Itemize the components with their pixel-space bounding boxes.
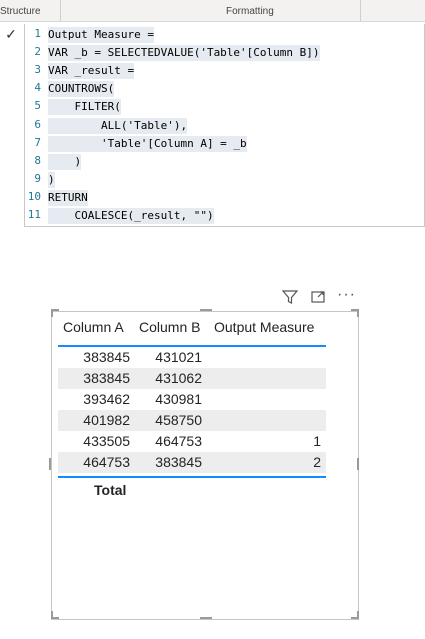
code-line[interactable]: ) bbox=[48, 171, 55, 188]
code-line[interactable]: ALL('Table'), bbox=[48, 117, 188, 134]
resize-handle-top-right[interactable] bbox=[357, 309, 359, 317]
line-number: 11 bbox=[27, 208, 41, 221]
code-line[interactable]: FILTER( bbox=[48, 99, 121, 116]
formatting-tab-label[interactable]: Formatting bbox=[226, 6, 274, 17]
table-header: Column A Column B Output Measure bbox=[58, 317, 326, 345]
cell-column-b: 431062 bbox=[155, 370, 202, 386]
line-number: 3 bbox=[34, 63, 41, 77]
line-number: 7 bbox=[34, 135, 41, 149]
cell-column-b: 458750 bbox=[155, 412, 202, 428]
cell-column-a: 433505 bbox=[83, 433, 130, 449]
code-line[interactable]: COALESCE(_result, "") bbox=[48, 208, 214, 224]
resize-handle-top[interactable] bbox=[200, 309, 212, 311]
total-divider bbox=[58, 476, 326, 478]
table-row[interactable]: 393462 430981 bbox=[58, 389, 326, 410]
cell-column-a: 383845 bbox=[83, 349, 130, 365]
line-number: 2 bbox=[34, 45, 41, 59]
code-line[interactable]: VAR _b = SELECTEDVALUE('Table'[Column B]… bbox=[48, 45, 320, 62]
code-line[interactable]: ) bbox=[48, 153, 82, 170]
code-line[interactable]: RETURN bbox=[48, 189, 88, 206]
column-header-a[interactable]: Column A bbox=[63, 319, 124, 335]
resize-handle-bottom[interactable] bbox=[200, 617, 212, 619]
line-number: 9 bbox=[34, 171, 41, 185]
filter-icon[interactable] bbox=[281, 289, 299, 307]
code-line[interactable]: VAR _result = bbox=[48, 63, 135, 80]
resize-handle-right[interactable] bbox=[357, 458, 359, 470]
resize-handle-bottom-left[interactable] bbox=[51, 611, 53, 619]
cell-column-b: 464753 bbox=[155, 433, 202, 449]
formula-editor[interactable]: 1 Output Measure = 2 VAR _b = SELECTEDVALUE… bbox=[24, 24, 425, 227]
resize-handle-left[interactable] bbox=[49, 458, 51, 470]
cell-output-measure: 2 bbox=[313, 454, 321, 470]
column-header-output-measure[interactable]: Output Measure bbox=[214, 319, 314, 335]
line-number: 1 bbox=[34, 27, 41, 40]
ribbon-header: Structure Formatting bbox=[0, 0, 425, 22]
cell-column-a: 393462 bbox=[83, 391, 130, 407]
line-number: 8 bbox=[34, 153, 41, 167]
structure-tab-label[interactable]: Structure bbox=[0, 6, 41, 17]
focus-mode-icon[interactable] bbox=[310, 289, 326, 307]
line-number: 5 bbox=[34, 99, 41, 113]
code-line[interactable]: COUNTROWS( bbox=[48, 81, 115, 98]
cell-output-measure: 1 bbox=[313, 433, 321, 449]
line-number: 10 bbox=[27, 189, 41, 203]
table-row[interactable]: 464753 383845 2 bbox=[58, 452, 326, 473]
column-header-b[interactable]: Column B bbox=[139, 319, 200, 335]
cell-column-b: 430981 bbox=[155, 391, 202, 407]
more-options-icon[interactable]: ··· bbox=[337, 286, 356, 304]
resize-handle-top-left[interactable] bbox=[51, 309, 53, 317]
cell-column-b: 431021 bbox=[155, 349, 202, 365]
table-row[interactable]: 383845 431062 bbox=[58, 368, 326, 389]
table-row[interactable]: 383845 431021 bbox=[58, 347, 326, 368]
total-label: Total bbox=[94, 482, 127, 498]
cell-column-b: 383845 bbox=[155, 454, 202, 470]
line-number: 4 bbox=[34, 81, 41, 95]
cell-column-a: 464753 bbox=[83, 454, 130, 470]
commit-check-icon[interactable]: ✓ bbox=[0, 24, 22, 44]
code-line[interactable]: Output Measure = bbox=[48, 27, 154, 43]
line-number: 6 bbox=[34, 117, 41, 131]
cell-column-a: 401982 bbox=[83, 412, 130, 428]
table-row[interactable]: 401982 458750 bbox=[58, 410, 326, 431]
resize-handle-bottom-right[interactable] bbox=[357, 611, 359, 619]
ribbon-divider bbox=[60, 0, 61, 21]
ribbon-divider bbox=[360, 0, 361, 21]
table-row[interactable]: 433505 464753 1 bbox=[58, 431, 326, 452]
cell-column-a: 383845 bbox=[83, 370, 130, 386]
code-line[interactable]: 'Table'[Column A] = _b bbox=[48, 135, 247, 152]
